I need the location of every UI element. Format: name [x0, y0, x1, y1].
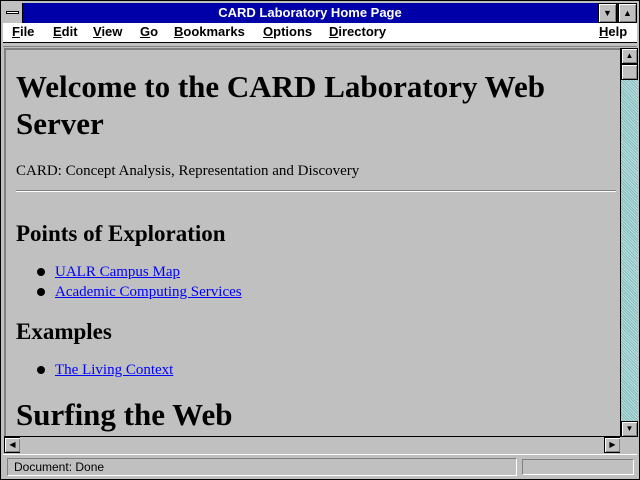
system-menu-icon — [6, 11, 19, 14]
vertical-scroll-track[interactable] — [621, 64, 638, 421]
page-tagline: CARD: Concept Analysis, Representation a… — [16, 163, 360, 179]
toolbar-separator — [3, 44, 637, 47]
document-viewport[interactable]: Welcome to the CARD Laboratory Web Serve… — [4, 48, 620, 436]
menu-options[interactable]: Options — [263, 24, 312, 39]
horizontal-scroll-track[interactable] — [20, 437, 604, 453]
status-bar: Document: Done — [3, 454, 637, 478]
examples-list: The Living Context — [16, 360, 616, 380]
menu-directory[interactable]: Directory — [329, 24, 386, 39]
scroll-right-button[interactable]: ▶ — [604, 437, 621, 453]
status-text: Document: Done — [7, 458, 517, 476]
scroll-up-button[interactable]: ▲ — [621, 48, 638, 64]
menu-file[interactable]: File — [12, 24, 34, 39]
menu-bar: File Edit View Go Bookmarks Options Dire… — [3, 23, 637, 43]
browser-window: CARD Laboratory Home Page ▼ ▲ File Edit … — [0, 0, 640, 480]
menu-bookmarks[interactable]: Bookmarks — [174, 24, 245, 39]
list-item: UALR Campus Map — [16, 262, 616, 282]
section-heading-exploration: Points of Exploration — [16, 221, 226, 246]
link-living-context[interactable]: The Living Context — [55, 362, 173, 378]
window-title: CARD Laboratory Home Page — [218, 5, 402, 20]
list-item: Academic Computing Services — [16, 282, 616, 302]
bullet-icon — [37, 268, 45, 276]
section-heading-surfing: Surfing the Web — [16, 397, 233, 432]
link-academic-computing-services[interactable]: Academic Computing Services — [55, 284, 242, 300]
menu-edit[interactable]: Edit — [53, 24, 78, 39]
menu-view[interactable]: View — [93, 24, 122, 39]
section-heading-examples: Examples — [16, 319, 112, 344]
maximize-button[interactable]: ▲ — [618, 3, 637, 23]
menu-help[interactable]: Help — [599, 24, 627, 39]
exploration-list: UALR Campus Map Academic Computing Servi… — [16, 262, 616, 302]
minimize-button[interactable]: ▼ — [598, 3, 617, 23]
vertical-scrollbar[interactable]: ▲ ▼ — [620, 48, 638, 437]
link-ualr-campus-map[interactable]: UALR Campus Map — [55, 264, 180, 280]
vertical-scroll-thumb[interactable] — [621, 64, 638, 80]
document-body: Welcome to the CARD Laboratory Web Serve… — [16, 50, 616, 433]
page-heading: Welcome to the CARD Laboratory Web Serve… — [16, 69, 545, 141]
horizontal-rule — [16, 190, 616, 192]
scroll-left-button[interactable]: ◀ — [4, 437, 21, 453]
title-bar[interactable]: CARD Laboratory Home Page ▼ ▲ — [3, 3, 637, 23]
menu-go[interactable]: Go — [140, 24, 158, 39]
bullet-icon — [37, 288, 45, 296]
system-menu-button[interactable] — [3, 3, 23, 23]
horizontal-scrollbar[interactable]: ◀ ▶ — [4, 436, 621, 453]
scrollbar-corner — [620, 437, 638, 453]
bullet-icon — [37, 366, 45, 374]
scroll-down-button[interactable]: ▼ — [621, 421, 638, 437]
list-item: The Living Context — [16, 360, 616, 380]
progress-indicator — [522, 459, 634, 475]
